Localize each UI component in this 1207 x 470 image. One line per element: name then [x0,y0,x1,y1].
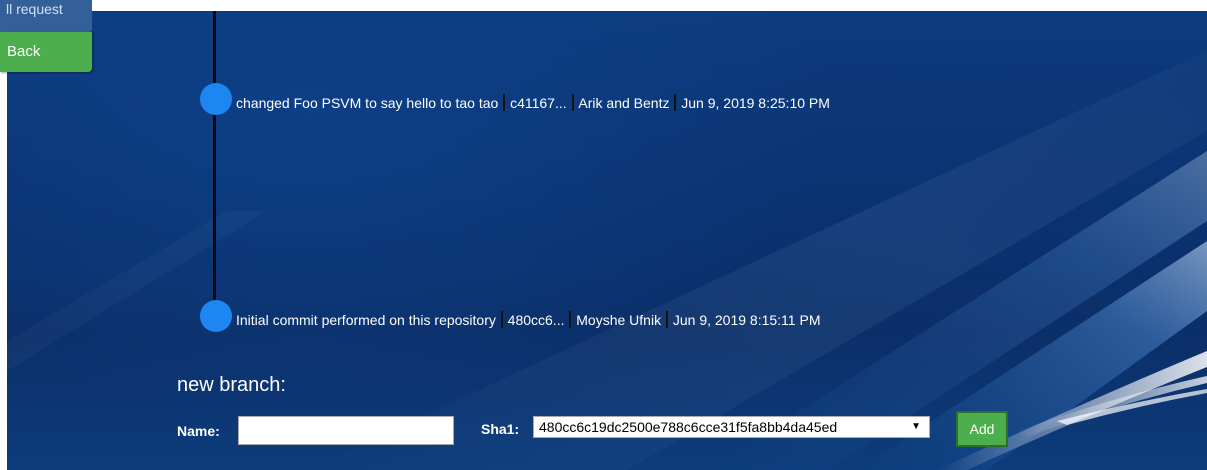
name-label: Name: [177,423,220,439]
commit-sha: 480cc6... [507,312,565,328]
commit-date: Jun 9, 2019 8:15:11 PM [672,312,821,328]
commit-author: Moyshe Ufnik [576,312,662,328]
wallpaper-light-streaks [307,51,1207,470]
add-branch-button[interactable]: Add [956,411,1008,447]
commit-dot-icon[interactable] [200,83,232,115]
field-separator [500,311,503,328]
commit-info: changed Foo PSVM to say hello to tao tao… [236,94,830,112]
sha1-select[interactable]: 480cc6c19dc2500e788c6cce31f5fa8bb4da45ed… [533,416,930,438]
field-separator [665,311,668,328]
commit-date: Jun 9, 2019 8:25:10 PM [681,95,830,111]
back-button-label: Back [7,43,41,60]
commit-sha: c41167... [510,95,567,111]
new-branch-title: new branch: [177,374,286,396]
commit-info: Initial commit performed on this reposit… [236,311,820,329]
field-separator [503,94,506,111]
commit-dot-icon[interactable] [200,300,232,332]
pull-request-label: ll request [6,1,63,17]
field-separator [571,94,574,111]
commit-author: Arik and Bentz [578,95,670,111]
sha1-label: Sha1: [481,421,520,437]
branch-name-input[interactable] [238,416,454,445]
back-button[interactable]: Back [0,32,92,72]
app-window: ll request Back changed Foo PSVM to say … [0,0,1207,470]
desktop-wallpaper [7,11,1207,470]
commit-message: changed Foo PSVM to say hello to tao tao [236,95,499,111]
add-button-label: Add [969,421,995,437]
pull-request-button[interactable]: ll request [0,0,92,32]
dropdown-caret-icon: ▼ [911,421,921,432]
field-separator [569,311,572,328]
sha1-selected-value: 480cc6c19dc2500e788c6cce31f5fa8bb4da45ed [539,419,838,435]
commit-timeline-line [213,11,216,321]
commit-message: Initial commit performed on this reposit… [236,312,496,328]
field-separator [674,94,677,111]
